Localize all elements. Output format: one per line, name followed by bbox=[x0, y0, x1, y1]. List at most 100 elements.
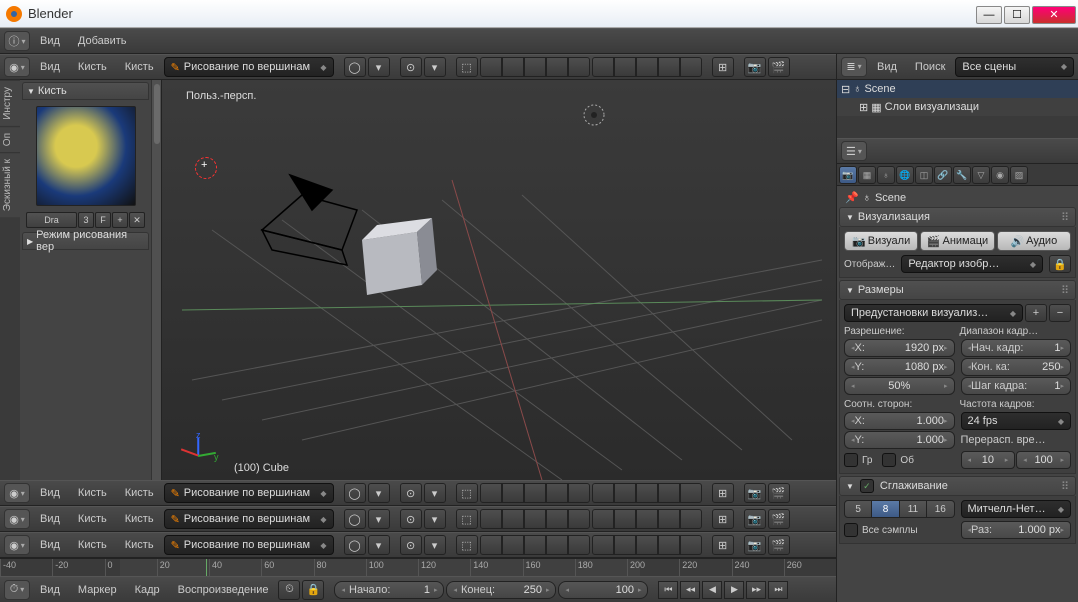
tab-data[interactable]: ▽ bbox=[972, 166, 990, 184]
opengl-render-button[interactable]: 📷 bbox=[744, 57, 766, 77]
menu-brushes-2[interactable]: Кисть bbox=[117, 487, 162, 499]
outliner-menu-search[interactable]: Поиск bbox=[907, 61, 953, 73]
render-anim-button[interactable]: 🎬Анимаци bbox=[920, 231, 994, 251]
panel-antialias-header[interactable]: ▼✓Сглаживание⠿ bbox=[839, 476, 1076, 496]
pivot-2[interactable]: ⊙ bbox=[400, 483, 422, 503]
l3b[interactable] bbox=[524, 509, 546, 529]
mode-dropdown-3[interactable]: ✎Рисование по вершинам◆ bbox=[164, 509, 334, 529]
tab-constraints[interactable]: 🔗 bbox=[934, 166, 952, 184]
tl-menu-marker[interactable]: Маркер bbox=[70, 584, 125, 596]
shading-solid-button[interactable]: ◯ bbox=[344, 57, 366, 77]
l10b[interactable] bbox=[680, 509, 702, 529]
shading-4[interactable]: ◯ bbox=[344, 535, 366, 555]
l1c[interactable] bbox=[480, 535, 502, 555]
l5b[interactable] bbox=[568, 509, 590, 529]
mode-dropdown-2[interactable]: ✎Рисование по вершинам◆ bbox=[164, 483, 334, 503]
pivot-menu-3[interactable]: ▾ bbox=[424, 509, 446, 529]
panel-render-header[interactable]: ▼Визуализация⠿ bbox=[839, 207, 1076, 227]
full-sample-checkbox[interactable] bbox=[844, 523, 858, 537]
editor-icon-2[interactable]: ◉ bbox=[4, 483, 30, 503]
keyframe-prev-button[interactable]: ◂◂ bbox=[680, 581, 700, 599]
outliner-row-scene[interactable]: ⊟♁Scene bbox=[837, 80, 1078, 98]
aa-5[interactable]: 5 bbox=[844, 500, 872, 518]
glrender-3[interactable]: 📷 bbox=[744, 509, 766, 529]
play-button[interactable]: ▶ bbox=[724, 581, 744, 599]
props-editor-icon[interactable]: ☰ bbox=[841, 141, 867, 161]
res-x-field[interactable]: ◂X:1920 px▸ bbox=[844, 339, 955, 357]
time-old-field[interactable]: ◂10▸ bbox=[961, 451, 1016, 469]
tab-modifiers[interactable]: 🔧 bbox=[953, 166, 971, 184]
layer-7[interactable] bbox=[614, 57, 636, 77]
render-button[interactable]: 📷Визуали bbox=[844, 231, 918, 251]
minimize-button[interactable]: — bbox=[976, 6, 1002, 24]
filter-size-field[interactable]: ◂Раз:1.000 px▸ bbox=[961, 521, 1072, 539]
pivot-menu[interactable]: ▾ bbox=[424, 57, 446, 77]
res-y-field[interactable]: ◂Y:1080 px▸ bbox=[844, 358, 955, 376]
aspect-y-field[interactable]: ◂Y:1.000▸ bbox=[844, 431, 955, 449]
l8c[interactable] bbox=[636, 535, 658, 555]
mode-dropdown-4[interactable]: ✎Рисование по вершинам◆ bbox=[164, 535, 334, 555]
editor-icon-4[interactable]: ◉ bbox=[4, 535, 30, 555]
layer-3[interactable] bbox=[524, 57, 546, 77]
l9c[interactable] bbox=[658, 535, 680, 555]
tl-menu-view[interactable]: Вид bbox=[32, 584, 68, 596]
tab-material[interactable]: ◉ bbox=[991, 166, 1009, 184]
l7c[interactable] bbox=[614, 535, 636, 555]
snap-4[interactable]: ⊞ bbox=[712, 535, 734, 555]
frame-end-prop[interactable]: ◂Кон. ка:250▸ bbox=[961, 358, 1072, 376]
play-reverse-button[interactable]: ◀ bbox=[702, 581, 722, 599]
menu-view-2[interactable]: Вид bbox=[32, 487, 68, 499]
outliner-scene-dropdown[interactable]: Все сцены◆ bbox=[955, 57, 1074, 77]
display-dropdown[interactable]: Редактор изобр…◆ bbox=[901, 255, 1043, 273]
l10c[interactable] bbox=[680, 535, 702, 555]
aa-filter-dropdown[interactable]: Митчелл-Нет…◆ bbox=[961, 500, 1072, 518]
l5c[interactable] bbox=[568, 535, 590, 555]
menu-view-4[interactable]: Вид bbox=[32, 539, 68, 551]
aa-11[interactable]: 11 bbox=[900, 500, 927, 518]
glrender-2[interactable]: 📷 bbox=[744, 483, 766, 503]
brush-name-field[interactable]: Dra bbox=[26, 212, 77, 228]
pivot-3[interactable]: ⊙ bbox=[400, 509, 422, 529]
manip-2[interactable]: ⬚ bbox=[456, 483, 478, 503]
menu-brush-4[interactable]: Кисть bbox=[70, 539, 115, 551]
l5[interactable] bbox=[568, 483, 590, 503]
menu-brushes-4[interactable]: Кисть bbox=[117, 539, 162, 551]
outliner-tree[interactable]: ⊟♁Scene ⊞▦Слои визуализаци bbox=[837, 80, 1078, 138]
render-presets-dropdown[interactable]: Предустановки визуализ…◆ bbox=[844, 304, 1023, 322]
layer-2[interactable] bbox=[502, 57, 524, 77]
tab-render[interactable]: 📷 bbox=[839, 166, 857, 184]
layer-5[interactable] bbox=[568, 57, 590, 77]
frame-start-field[interactable]: ◂Начало:1▸ bbox=[334, 581, 444, 599]
shading-menu-2[interactable]: ▾ bbox=[368, 483, 390, 503]
layer-9[interactable] bbox=[658, 57, 680, 77]
snap-button[interactable]: ⊞ bbox=[712, 57, 734, 77]
editor-type-icon[interactable]: ⓘ bbox=[4, 31, 30, 51]
glanim-3[interactable]: 🎬 bbox=[768, 509, 790, 529]
l2[interactable] bbox=[502, 483, 524, 503]
l3[interactable] bbox=[524, 483, 546, 503]
glanim-4[interactable]: 🎬 bbox=[768, 535, 790, 555]
pivot-menu-2[interactable]: ▾ bbox=[424, 483, 446, 503]
outliner-menu-view[interactable]: Вид bbox=[869, 61, 905, 73]
brush-add-button[interactable]: + bbox=[112, 212, 128, 228]
l1b[interactable] bbox=[480, 509, 502, 529]
mode-dropdown[interactable]: ✎Рисование по вершинам◆ bbox=[164, 57, 334, 77]
snap-3[interactable]: ⊞ bbox=[712, 509, 734, 529]
time-new-field[interactable]: ◂100▸ bbox=[1016, 451, 1071, 469]
l6c[interactable] bbox=[592, 535, 614, 555]
preset-add-button[interactable]: + bbox=[1025, 304, 1047, 322]
view3d-menu-view[interactable]: Вид bbox=[32, 61, 68, 73]
l7[interactable] bbox=[614, 483, 636, 503]
tab-tools[interactable]: Инстру bbox=[0, 80, 20, 126]
preset-remove-button[interactable]: − bbox=[1049, 304, 1071, 322]
tab-world[interactable]: 🌐 bbox=[896, 166, 914, 184]
tab-scene[interactable]: ♁ bbox=[877, 166, 895, 184]
tab-object[interactable]: ◫ bbox=[915, 166, 933, 184]
l4c[interactable] bbox=[546, 535, 568, 555]
res-percent-field[interactable]: ◂50%▸ bbox=[844, 377, 955, 395]
layer-6[interactable] bbox=[592, 57, 614, 77]
paint-mode-panel-header[interactable]: ▶Режим рисования вер bbox=[22, 232, 149, 250]
lock-ui-button[interactable]: 🔒 bbox=[1049, 255, 1071, 273]
timeline-editor-icon[interactable]: ⏱ bbox=[4, 580, 30, 600]
shading-menu-4[interactable]: ▾ bbox=[368, 535, 390, 555]
